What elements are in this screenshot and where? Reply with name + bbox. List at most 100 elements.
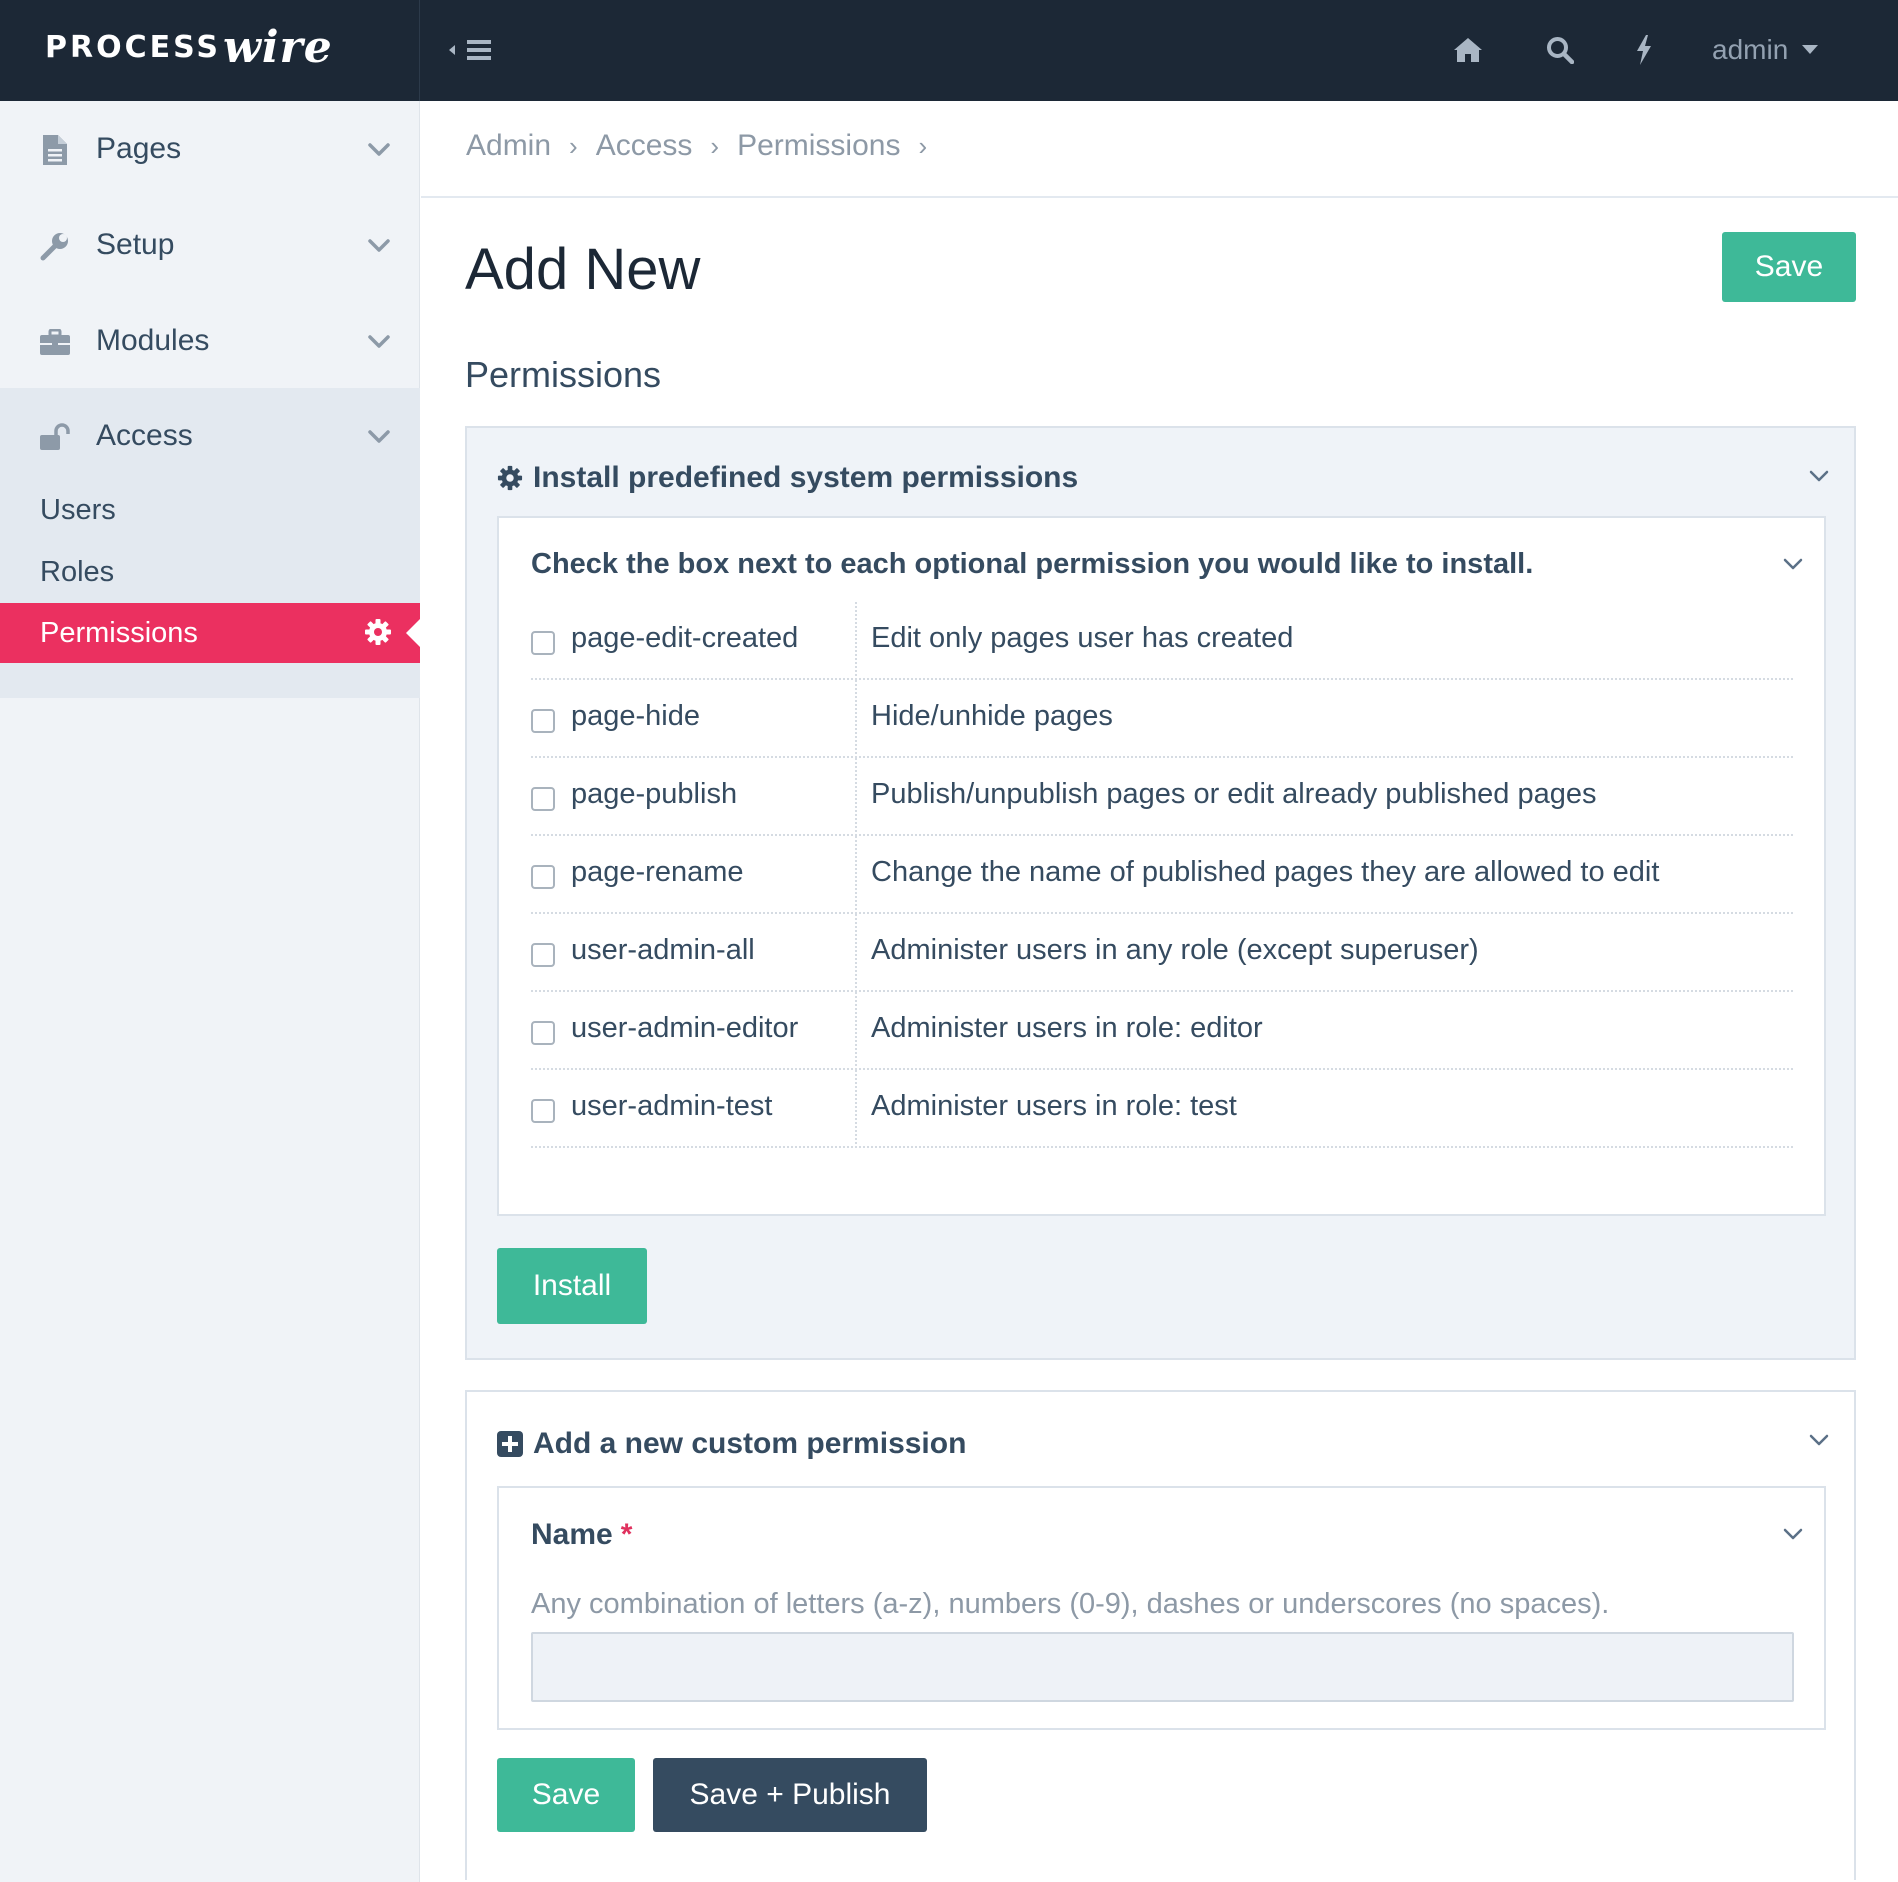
required-marker: * bbox=[620, 1518, 633, 1551]
chevron-down-icon[interactable] bbox=[1808, 468, 1830, 484]
permission-description: Edit only pages user has created bbox=[871, 622, 1294, 654]
permission-checkbox[interactable] bbox=[531, 787, 555, 811]
fieldset-header[interactable]: Add a new custom permission bbox=[497, 1424, 966, 1464]
chevron-down-icon[interactable] bbox=[1782, 1526, 1804, 1542]
breadcrumb-access[interactable]: Access bbox=[596, 129, 693, 163]
save-publish-button[interactable]: Save + Publish bbox=[653, 1758, 927, 1832]
panel-instruction: Check the box next to each optional perm… bbox=[531, 548, 1534, 580]
table-row: user-admin-test Administer users in role… bbox=[531, 1070, 1793, 1148]
permission-checkbox[interactable] bbox=[531, 865, 555, 889]
permission-name[interactable]: page-publish bbox=[571, 778, 737, 811]
unlock-icon bbox=[40, 422, 70, 452]
logo-text-process: PROCESS bbox=[45, 30, 221, 65]
column-divider bbox=[855, 680, 857, 758]
sidebar-item-label: Setup bbox=[96, 228, 175, 261]
gear-icon bbox=[497, 465, 523, 491]
caret-down-icon bbox=[1802, 45, 1819, 54]
top-bar: PROCESSwire admin bbox=[0, 0, 1898, 101]
permission-checkbox[interactable] bbox=[531, 943, 555, 967]
permission-description: Administer users in role: editor bbox=[871, 1012, 1263, 1044]
sidebar-subitem-label: Roles bbox=[40, 556, 115, 588]
table-row: page-hide Hide/unhide pages bbox=[531, 680, 1793, 758]
permission-checkbox[interactable] bbox=[531, 631, 555, 655]
sidebar-subitem-permissions[interactable]: Permissions bbox=[0, 603, 420, 663]
chevron-down-icon bbox=[368, 143, 390, 156]
permission-description: Publish/unpublish pages or edit already … bbox=[871, 778, 1597, 810]
table-row: page-edit-created Edit only pages user h… bbox=[531, 602, 1793, 680]
logo-text-wire: wire bbox=[222, 22, 333, 73]
install-button[interactable]: Install bbox=[497, 1248, 647, 1324]
permission-name[interactable]: page-edit-created bbox=[571, 622, 798, 655]
breadcrumb: Admin › Access › Permissions › bbox=[466, 129, 927, 163]
name-input[interactable] bbox=[531, 1632, 1794, 1702]
page-title: Add New bbox=[465, 237, 701, 302]
breadcrumb-separator-icon: › bbox=[569, 130, 578, 161]
user-menu[interactable]: admin bbox=[1712, 30, 1819, 70]
sidebar-item-label: Pages bbox=[96, 132, 182, 165]
sidebar-toggle-icon[interactable] bbox=[444, 30, 500, 70]
column-divider bbox=[855, 914, 857, 992]
column-divider bbox=[855, 758, 857, 836]
permission-checkbox[interactable] bbox=[531, 709, 555, 733]
sidebar-subitem-roles[interactable]: Roles bbox=[0, 542, 420, 602]
gear-icon[interactable] bbox=[364, 618, 392, 646]
search-icon[interactable] bbox=[1540, 30, 1580, 70]
processwire-logo[interactable]: PROCESSwire bbox=[45, 22, 333, 73]
table-row: user-admin-all Administer users in any r… bbox=[531, 914, 1793, 992]
sidebar-item-pages[interactable]: Pages bbox=[0, 101, 420, 197]
sidebar-subitem-label: Users bbox=[40, 494, 116, 526]
name-label-text: Name bbox=[531, 1518, 613, 1551]
save-button[interactable]: Save bbox=[497, 1758, 635, 1832]
sidebar-item-setup[interactable]: Setup bbox=[0, 197, 420, 293]
permission-name[interactable]: page-rename bbox=[571, 856, 744, 889]
section-heading: Permissions bbox=[465, 354, 662, 395]
chevron-down-icon[interactable] bbox=[1782, 556, 1804, 572]
fieldset-header[interactable]: Install predefined system permissions bbox=[497, 458, 1078, 498]
chevron-down-icon bbox=[368, 239, 390, 252]
chevron-down-icon bbox=[368, 335, 390, 348]
table-row: page-rename Change the name of published… bbox=[531, 836, 1793, 914]
permission-name[interactable]: user-admin-all bbox=[571, 934, 755, 967]
column-divider bbox=[855, 992, 857, 1070]
briefcase-icon bbox=[40, 327, 70, 357]
name-field-panel: Name * Any combination of letters (a-z), … bbox=[497, 1486, 1826, 1730]
active-indicator-arrow bbox=[406, 619, 420, 647]
name-field-description: Any combination of letters (a-z), number… bbox=[531, 1588, 1610, 1620]
plus-square-icon bbox=[497, 1431, 523, 1457]
home-icon[interactable] bbox=[1448, 30, 1488, 70]
file-icon bbox=[40, 135, 70, 165]
permission-description: Administer users in any role (except sup… bbox=[871, 934, 1479, 966]
sidebar-item-access[interactable]: Access bbox=[0, 388, 420, 484]
breadcrumb-admin[interactable]: Admin bbox=[466, 129, 551, 163]
sidebar-item-label: Access bbox=[96, 419, 193, 452]
name-field-label: Name * bbox=[531, 1518, 632, 1552]
wrench-icon bbox=[40, 231, 70, 261]
save-button-top[interactable]: Save bbox=[1722, 232, 1856, 302]
fieldset-title: Install predefined system permissions bbox=[533, 461, 1079, 494]
chevron-down-icon[interactable] bbox=[1808, 1432, 1830, 1448]
column-divider bbox=[855, 602, 857, 680]
sidebar-subitem-users[interactable]: Users bbox=[0, 480, 420, 540]
table-row: page-publish Publish/unpublish pages or … bbox=[531, 758, 1793, 836]
bolt-icon[interactable] bbox=[1624, 30, 1664, 70]
permission-description: Administer users in role: test bbox=[871, 1090, 1237, 1122]
permissions-table: page-edit-created Edit only pages user h… bbox=[531, 602, 1793, 1148]
sidebar: Pages Setup Modules Access Users Roles P… bbox=[0, 101, 420, 1882]
fieldset-title: Add a new custom permission bbox=[533, 1427, 967, 1460]
breadcrumb-permissions[interactable]: Permissions bbox=[737, 129, 900, 163]
permission-name[interactable]: page-hide bbox=[571, 700, 700, 733]
permission-name[interactable]: user-admin-test bbox=[571, 1090, 772, 1123]
permissions-checkbox-panel: Check the box next to each optional perm… bbox=[497, 516, 1826, 1216]
column-divider bbox=[855, 1070, 857, 1148]
sidebar-access-group: Access Users Roles Permissions bbox=[0, 388, 420, 698]
breadcrumb-separator-icon: › bbox=[918, 130, 928, 161]
chevron-down-icon bbox=[368, 430, 390, 443]
logo-area: PROCESSwire bbox=[0, 0, 420, 101]
column-divider bbox=[855, 836, 857, 914]
permission-description: Change the name of published pages they … bbox=[871, 856, 1660, 888]
sidebar-item-modules[interactable]: Modules bbox=[0, 293, 420, 389]
permission-checkbox[interactable] bbox=[531, 1099, 555, 1123]
sidebar-subitem-label: Permissions bbox=[40, 617, 198, 649]
permission-name[interactable]: user-admin-editor bbox=[571, 1012, 798, 1045]
permission-checkbox[interactable] bbox=[531, 1021, 555, 1045]
